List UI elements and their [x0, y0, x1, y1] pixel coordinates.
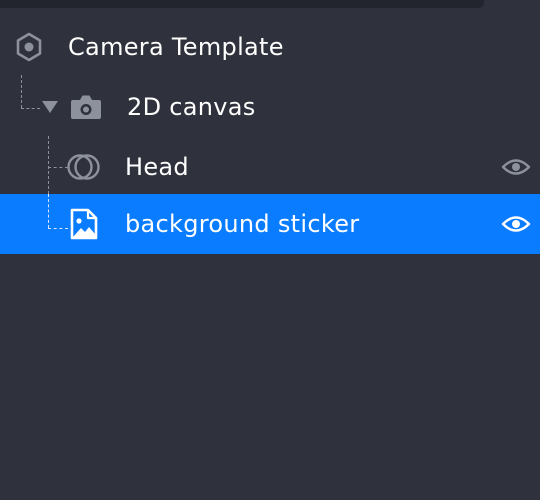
- face-tracker-icon: [67, 154, 100, 180]
- tree-row-camera-template[interactable]: Camera Template: [0, 17, 540, 77]
- tree-row-label: Camera Template: [68, 33, 284, 61]
- image-sticker-icon: [70, 208, 98, 240]
- tree-row-2d-canvas[interactable]: 2D canvas: [0, 77, 540, 137]
- tree-row-background-sticker[interactable]: background sticker: [0, 194, 540, 254]
- chevron-down-icon[interactable]: [41, 100, 59, 114]
- scene-hexagon-icon: [16, 32, 42, 62]
- tree-row-head[interactable]: Head: [0, 137, 540, 197]
- eye-icon[interactable]: [501, 213, 531, 235]
- camera-icon: [71, 95, 101, 119]
- eye-icon[interactable]: [501, 156, 531, 178]
- scene-hierarchy-tree: Camera Template 2D canvas Head backgroun…: [0, 0, 540, 500]
- tree-row-label: background sticker: [125, 210, 360, 238]
- tree-row-label: 2D canvas: [127, 93, 256, 121]
- tree-row-label: Head: [125, 153, 189, 181]
